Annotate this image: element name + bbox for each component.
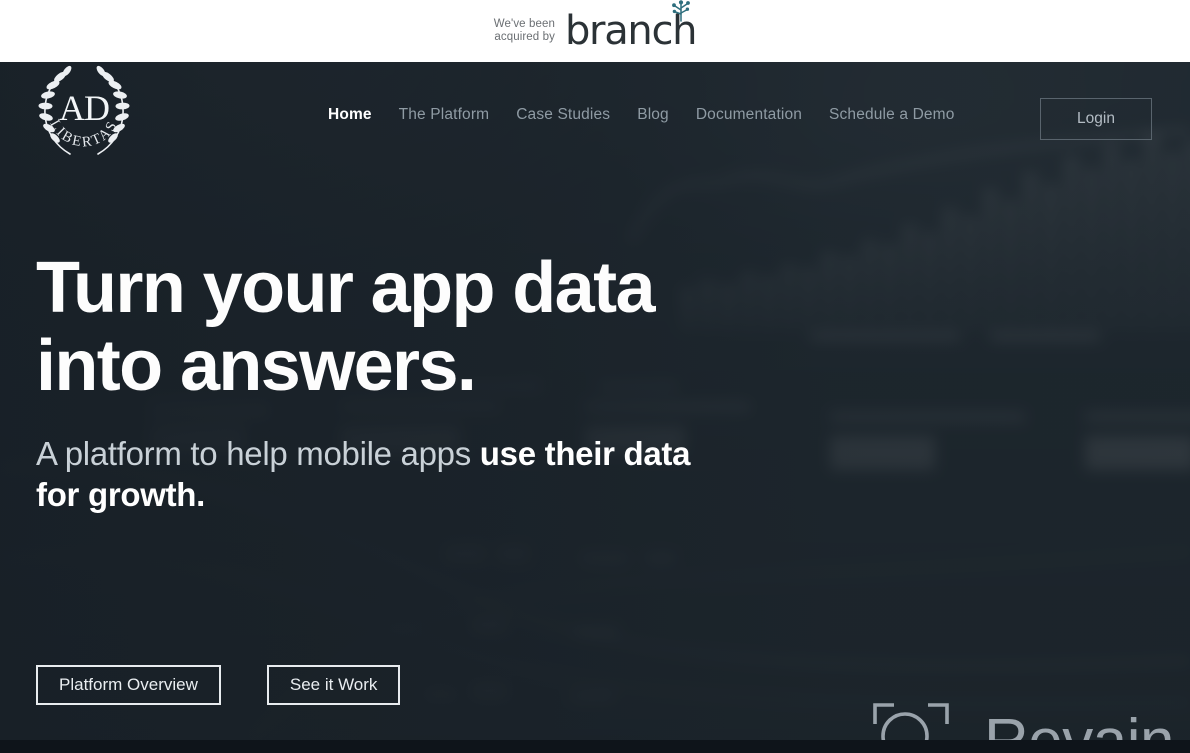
login-button[interactable]: Login — [1040, 98, 1152, 140]
nav-link-the-platform[interactable]: The Platform — [399, 106, 490, 124]
platform-overview-button[interactable]: Platform Overview — [36, 665, 221, 705]
revain-wordmark: Revain — [984, 711, 1175, 741]
nav-links: Home The Platform Case Studies Blog Docu… — [328, 106, 982, 124]
nav-link-blog[interactable]: Blog — [637, 106, 669, 124]
acquisition-banner: We've been acquired by branch — [0, 0, 1190, 62]
hero-section: AD LIBERTAS Home The Platform Case Studi… — [0, 62, 1190, 740]
revain-bracket-circle-icon — [873, 703, 949, 740]
hero-copy: Turn your app data into answers. A platf… — [36, 249, 736, 515]
branch-sprout-icon — [672, 0, 691, 22]
bottom-section-strip — [0, 740, 1190, 753]
ad-libertas-logo[interactable]: AD LIBERTAS — [36, 62, 132, 168]
ad-monogram: AD — [59, 88, 109, 128]
acquisition-line-2: acquired by — [494, 31, 555, 43]
nav-link-home[interactable]: Home — [328, 106, 372, 124]
subheading-normal: A platform to help mobile apps — [36, 435, 480, 472]
page-title: Turn your app data into answers. — [36, 248, 656, 406]
cta-row: Platform Overview See it Work — [36, 665, 401, 705]
nav-link-case-studies[interactable]: Case Studies — [516, 106, 610, 124]
see-it-work-button[interactable]: See it Work — [266, 665, 401, 705]
hero-subheading: A platform to help mobile apps use their… — [36, 433, 726, 515]
nav-link-schedule-a-demo[interactable]: Schedule a Demo — [829, 106, 954, 124]
acquisition-line-1: We've been — [493, 18, 555, 30]
revain-watermark: Revain — [872, 702, 1175, 741]
nav-link-documentation[interactable]: Documentation — [696, 106, 802, 124]
acquisition-text: We've been acquired by — [494, 18, 555, 44]
branch-logo[interactable]: branch — [565, 0, 698, 51]
main-navigation: AD LIBERTAS Home The Platform Case Studi… — [0, 62, 1190, 182]
